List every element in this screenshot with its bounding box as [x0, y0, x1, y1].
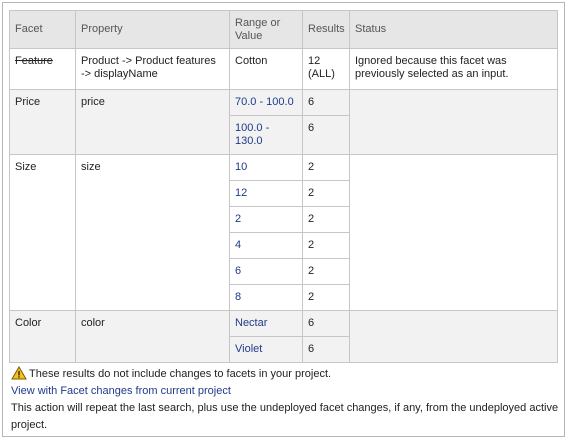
results-70-100: 6 [302, 89, 350, 116]
header-facet: Facet [9, 10, 76, 49]
value-link-8[interactable]: 8 [229, 284, 303, 311]
status-color [349, 310, 558, 363]
results-2: 2 [302, 206, 350, 233]
value-link-6[interactable]: 6 [229, 258, 303, 285]
value-link-70-100[interactable]: 70.0 - 100.0 [229, 89, 303, 116]
facet-name-size: Size [9, 154, 76, 311]
value-link-nectar[interactable]: Nectar [229, 310, 303, 337]
results-nectar: 6 [302, 310, 350, 337]
warning-message: These results do not include changes to … [11, 366, 559, 383]
facet-name-color: Color [9, 310, 76, 363]
header-status: Status [349, 10, 558, 49]
value-link-4[interactable]: 4 [229, 232, 303, 259]
property-price: price [75, 89, 230, 155]
status-feature: Ignored because this facet was previously… [349, 48, 558, 90]
results-8: 2 [302, 284, 350, 311]
status-size [349, 154, 558, 311]
results-4: 2 [302, 232, 350, 259]
view-with-facet-changes-link[interactable]: View with Facet changes from current pro… [11, 383, 559, 400]
header-results: Results [302, 10, 350, 49]
results-violet: 6 [302, 336, 350, 363]
facet-name-price: Price [9, 89, 76, 155]
value-link-12[interactable]: 12 [229, 180, 303, 207]
property-color: color [75, 310, 230, 363]
table-row-size-1: Size size 10 2 [9, 154, 558, 311]
property-size: size [75, 154, 230, 311]
header-range-or-value: Range or Value [229, 10, 303, 49]
table-row-color-1: Color color Nectar 6 [9, 310, 558, 363]
results-100-130: 6 [302, 115, 350, 155]
warning-icon [11, 366, 27, 380]
facet-results-table: Facet Property Range or Value Results Sta… [9, 10, 558, 363]
property-feature: Product -> Product features -> displayNam… [75, 48, 230, 90]
table-header-row: Facet Property Range or Value Results Sta… [9, 10, 558, 49]
results-cotton: 12 (ALL) [302, 48, 350, 90]
table-row-price-1: Price price 70.0 - 100.0 6 [9, 89, 558, 155]
results-10: 2 [302, 154, 350, 181]
results-12: 2 [302, 180, 350, 207]
facet-name-feature: Feature [9, 48, 76, 90]
value-link-violet[interactable]: Violet [229, 336, 303, 363]
value-link-2[interactable]: 2 [229, 206, 303, 233]
table-row-feature: Feature Product -> Product features -> di… [9, 48, 558, 90]
results-6: 2 [302, 258, 350, 285]
value-link-10[interactable]: 10 [229, 154, 303, 181]
status-price [349, 89, 558, 155]
header-property: Property [75, 10, 230, 49]
footer: These results do not include changes to … [11, 366, 559, 434]
footer-note: This action will repeat the last search,… [11, 402, 559, 431]
value-link-100-130[interactable]: 100.0 -130.0 [229, 115, 303, 155]
value-cotton: Cotton [229, 48, 303, 90]
